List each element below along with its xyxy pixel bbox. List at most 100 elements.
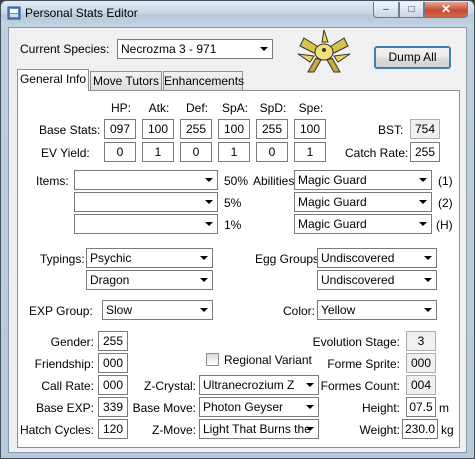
egg-group1-select[interactable]: Undiscovered bbox=[317, 248, 437, 268]
client-area: Current Species: Necrozma 3 - 971 Dump A… bbox=[8, 27, 467, 453]
catch-rate-input[interactable]: 255 bbox=[410, 142, 440, 162]
egg-group2-select[interactable]: Undiscovered bbox=[317, 270, 437, 290]
ability-value-2: Magic Guard bbox=[298, 195, 367, 209]
hp-header: HP: bbox=[110, 101, 131, 115]
base-stats-label: Base Stats: bbox=[39, 123, 101, 137]
z-move-label: Z-Move: bbox=[151, 423, 196, 437]
base-move-label: Base Move: bbox=[132, 401, 196, 415]
base-spa-input[interactable]: 100 bbox=[218, 119, 250, 139]
abilities-label: Abilities: bbox=[253, 174, 298, 188]
item-chance-3: 1% bbox=[224, 218, 242, 232]
window-title: Personal Stats Editor bbox=[25, 6, 138, 20]
ev-yield-label: EV Yield: bbox=[41, 146, 90, 160]
chevron-down-icon bbox=[419, 200, 427, 204]
chevron-down-icon bbox=[260, 47, 268, 51]
type1-select[interactable]: Psychic bbox=[86, 248, 213, 268]
egg-group1-value: Undiscovered bbox=[321, 251, 395, 265]
regional-variant-label: Regional Variant bbox=[224, 353, 312, 367]
ev-atk-input[interactable]: 1 bbox=[142, 142, 174, 162]
exp-group-select[interactable]: Slow bbox=[102, 300, 213, 320]
forme-sprite-label: Forme Sprite: bbox=[327, 357, 400, 371]
species-select[interactable]: Necrozma 3 - 971 bbox=[117, 39, 273, 59]
atk-header: Atk: bbox=[148, 101, 170, 115]
base-spe-input[interactable]: 100 bbox=[294, 119, 326, 139]
bst-label: BST: bbox=[378, 123, 404, 137]
typings-label: Typings: bbox=[40, 252, 85, 266]
dump-all-button[interactable]: Dump All bbox=[374, 46, 451, 69]
species-label: Current Species: bbox=[20, 42, 110, 56]
ability-select-2[interactable]: Magic Guard bbox=[294, 192, 432, 212]
chevron-down-icon bbox=[205, 222, 213, 226]
ability-select-1[interactable]: Magic Guard bbox=[294, 170, 432, 190]
forme-sprite-value: 000 bbox=[406, 353, 436, 373]
call-rate-input[interactable]: 000 bbox=[98, 375, 128, 395]
chevron-down-icon bbox=[424, 308, 432, 312]
catch-rate-label: Catch Rate: bbox=[345, 146, 409, 160]
type2-select[interactable]: Dragon bbox=[86, 270, 213, 290]
species-value: Necrozma 3 - 971 bbox=[121, 42, 217, 56]
items-label: Items: bbox=[36, 174, 69, 188]
close-button[interactable]: ✕ bbox=[424, 2, 468, 18]
spd-header: SpD: bbox=[259, 101, 287, 115]
z-crystal-select[interactable]: Ultranecrozium Z bbox=[199, 375, 319, 395]
item-select-1[interactable] bbox=[74, 170, 218, 190]
item-select-2[interactable] bbox=[74, 192, 218, 212]
chevron-down-icon bbox=[205, 178, 213, 182]
color-label: Color: bbox=[283, 304, 316, 318]
height-label: Height: bbox=[361, 401, 400, 415]
chevron-down-icon bbox=[419, 178, 427, 182]
ability-value-3: Magic Guard bbox=[298, 217, 367, 231]
color-select[interactable]: Yellow bbox=[317, 300, 437, 320]
weight-input[interactable]: 230.0 bbox=[402, 419, 438, 439]
z-crystal-label: Z-Crystal: bbox=[144, 379, 196, 393]
tab-general-info[interactable]: General Info bbox=[17, 69, 89, 91]
tab-enhancements[interactable]: Enhancements bbox=[163, 71, 244, 91]
gender-input[interactable]: 255 bbox=[98, 331, 128, 351]
bst-value: 754 bbox=[410, 119, 440, 139]
title-bar[interactable]: Personal Stats Editor – □ ✕ bbox=[1, 1, 474, 27]
tab-move-tutors[interactable]: Move Tutors bbox=[90, 71, 162, 91]
base-def-input[interactable]: 255 bbox=[180, 119, 212, 139]
hatch-cycles-input[interactable]: 120 bbox=[98, 419, 128, 439]
regional-variant-checkbox[interactable] bbox=[206, 353, 219, 366]
ev-spe-input[interactable]: 1 bbox=[294, 142, 326, 162]
ev-hp-input[interactable]: 0 bbox=[104, 142, 136, 162]
ev-spa-input[interactable]: 1 bbox=[218, 142, 250, 162]
base-atk-input[interactable]: 100 bbox=[142, 119, 174, 139]
evolution-stage-label: Evolution Stage: bbox=[312, 335, 400, 349]
item-select-3[interactable] bbox=[74, 214, 218, 234]
general-info-panel: HP: Atk: Def: SpA: SpD: Spe: Base Stats:… bbox=[17, 90, 460, 448]
pokemon-sprite bbox=[297, 29, 351, 73]
z-crystal-value: Ultranecrozium Z bbox=[203, 378, 295, 392]
ev-spd-input[interactable]: 0 bbox=[256, 142, 288, 162]
spa-header: SpA: bbox=[221, 101, 248, 115]
maximize-button[interactable]: □ bbox=[399, 2, 424, 18]
base-exp-label: Base EXP: bbox=[35, 401, 94, 415]
egg-group2-value: Undiscovered bbox=[321, 273, 395, 287]
weight-unit: kg bbox=[441, 423, 454, 437]
chevron-down-icon bbox=[419, 222, 427, 226]
chevron-down-icon bbox=[200, 256, 208, 260]
ability-value-1: Magic Guard bbox=[298, 173, 367, 187]
height-input[interactable]: 07.5 bbox=[406, 397, 436, 417]
item-chance-1: 50% bbox=[224, 174, 249, 188]
ability-select-3[interactable]: Magic Guard bbox=[294, 214, 432, 234]
minimize-button[interactable]: – bbox=[373, 2, 399, 18]
base-exp-input[interactable]: 339 bbox=[98, 397, 128, 417]
friendship-label: Friendship: bbox=[34, 357, 94, 371]
base-move-select[interactable]: Photon Geyser bbox=[199, 397, 319, 417]
formes-count-value: 004 bbox=[406, 375, 436, 395]
color-value: Yellow bbox=[321, 303, 356, 317]
ev-def-input[interactable]: 0 bbox=[180, 142, 212, 162]
friendship-input[interactable]: 000 bbox=[98, 353, 128, 373]
hatch-cycles-label: Hatch Cycles: bbox=[19, 423, 94, 437]
base-spd-input[interactable]: 255 bbox=[256, 119, 288, 139]
type2-value: Dragon bbox=[90, 273, 130, 287]
height-unit: m bbox=[439, 401, 449, 415]
chevron-down-icon bbox=[200, 308, 208, 312]
app-icon bbox=[7, 6, 21, 20]
z-move-select[interactable]: Light That Burns the bbox=[199, 419, 319, 439]
weight-label: Weight: bbox=[359, 423, 400, 437]
base-hp-input[interactable]: 097 bbox=[104, 119, 136, 139]
ability-tag-3: (H) bbox=[436, 218, 453, 232]
